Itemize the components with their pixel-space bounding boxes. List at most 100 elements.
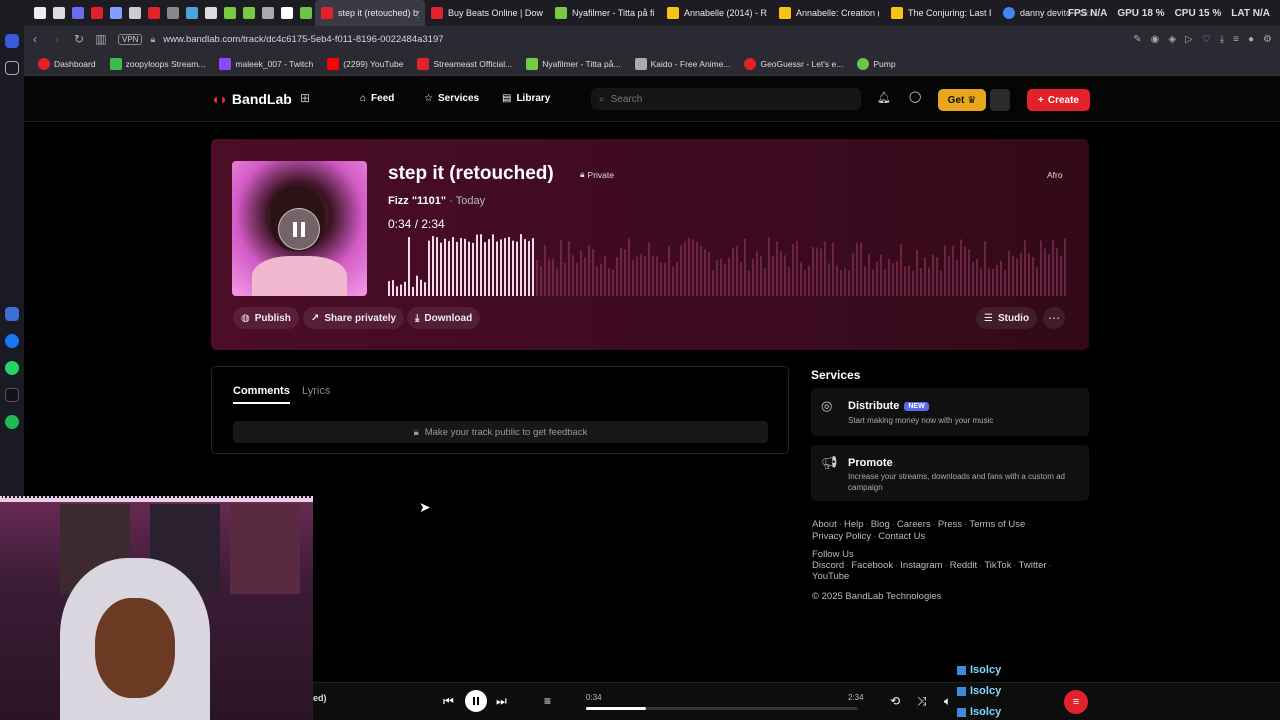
bookmark-twitch[interactable]: maleek_007 - Twitch xyxy=(219,57,313,70)
pinned-tab-14[interactable] xyxy=(277,0,296,26)
queue-icon[interactable]: ≡ xyxy=(544,694,551,708)
vpn-badge[interactable]: VPN xyxy=(118,33,143,45)
search-input[interactable]: ⌕ Search xyxy=(591,88,861,110)
bandlab-logo[interactable]: ◖◗ BandLab xyxy=(211,91,292,107)
tab-4[interactable]: Annabelle: Creation (2017 xyxy=(773,0,885,26)
play-icon[interactable]: ▷ xyxy=(1185,34,1193,45)
player-pause-button[interactable] xyxy=(465,690,487,712)
pinned-tab-12[interactable] xyxy=(239,0,258,26)
footer-link-discord[interactable]: Discord xyxy=(812,560,844,571)
nav-feed[interactable]: ⌂ Feed xyxy=(360,93,394,104)
download-icon[interactable]: ⤓ xyxy=(1220,34,1224,45)
bookmark-dashboard[interactable]: Dashboard xyxy=(38,57,96,70)
back-icon[interactable]: ‹ xyxy=(24,32,46,46)
footer-link-instagram[interactable]: Instagram xyxy=(900,560,942,571)
track-cover-image[interactable] xyxy=(232,161,367,296)
pinned-tab-5[interactable] xyxy=(106,0,125,26)
publish-button[interactable]: ◍ Publish xyxy=(233,307,299,329)
bookmark-geoguessr[interactable]: GeoGuessr - Let's e... xyxy=(744,57,843,70)
pinned-tab-6[interactable] xyxy=(125,0,144,26)
footer-link-contact-us[interactable]: Contact Us xyxy=(878,531,925,542)
waveform[interactable] xyxy=(388,234,1068,296)
player-progress-bar[interactable] xyxy=(586,707,858,710)
bookmark-streameast[interactable]: Streameast Official... xyxy=(417,57,512,70)
distribute-card[interactable]: ◎ Distribute NEW Start making money now w… xyxy=(811,388,1089,436)
forward-icon[interactable]: › xyxy=(46,32,68,46)
pinned-tab-9[interactable] xyxy=(182,0,201,26)
pinned-tab-7[interactable] xyxy=(144,0,163,26)
pinned-tab-2[interactable] xyxy=(49,0,68,26)
bookmark-pump[interactable]: Pump xyxy=(857,57,896,70)
studio-button[interactable]: ☰ Studio xyxy=(976,307,1038,329)
player-menu-button[interactable]: ≡ xyxy=(1064,690,1088,714)
tab-5[interactable]: The Conjuring: Last Rites xyxy=(885,0,997,26)
pinned-tab-11[interactable] xyxy=(220,0,239,26)
footer-link-youtube[interactable]: YouTube xyxy=(812,571,849,582)
reload-icon[interactable]: ↻ xyxy=(68,32,90,46)
tab-2[interactable]: Nyafilmer - Titta på filmer xyxy=(549,0,661,26)
tab-1[interactable]: Buy Beats Online | Downl xyxy=(425,0,549,26)
tab-lyrics[interactable]: Lyrics xyxy=(302,385,330,397)
get-membership-button[interactable]: Get ♛ xyxy=(938,89,986,111)
tab-comments[interactable]: Comments xyxy=(233,385,290,404)
settings-icon[interactable]: ⚙ xyxy=(1263,34,1272,45)
repeat-icon[interactable]: ⟲ xyxy=(890,694,900,708)
promote-card[interactable]: 📢︎ Promote Increase your streams, downlo… xyxy=(811,445,1089,501)
url-field[interactable]: www.bandlab.com/track/dc4c6175-5eb4-f011… xyxy=(163,34,443,45)
messenger-icon[interactable] xyxy=(5,334,19,348)
bookmark-nyafilmer[interactable]: Nyafilmer - Titta på... xyxy=(526,57,621,70)
profile-icon[interactable]: ● xyxy=(1248,34,1254,45)
tab-0[interactable]: step it (retouched) by xyxy=(315,0,425,26)
app-shortcut-icon[interactable] xyxy=(5,307,19,321)
footer-link-press[interactable]: Press xyxy=(938,519,962,530)
create-button[interactable]: + Create xyxy=(1027,89,1090,111)
pinned-tab-15[interactable] xyxy=(296,0,315,26)
tab-3[interactable]: Annabelle (2014) - Rating xyxy=(661,0,773,26)
bookmark-zoopyloops[interactable]: zoopyloops Stream... xyxy=(109,57,205,70)
footer-link-about[interactable]: About xyxy=(812,519,837,530)
bell-icon[interactable]: 🔔︎ xyxy=(877,91,891,104)
footer-link-blog[interactable]: Blog xyxy=(871,519,890,530)
nav-services[interactable]: ☆ Services xyxy=(424,93,479,104)
next-icon[interactable]: ⏭ xyxy=(496,694,507,709)
apps-grid-icon[interactable]: ⊞ xyxy=(300,91,310,105)
chat-icon[interactable]: ◯ xyxy=(909,90,921,103)
previous-icon[interactable]: ⏮ xyxy=(443,694,454,709)
bookmark-icon[interactable] xyxy=(5,61,19,75)
pinned-tab-8[interactable] xyxy=(163,0,182,26)
split-view-icon[interactable]: ▥ xyxy=(90,32,112,46)
shield-icon[interactable]: ◈ xyxy=(1168,34,1176,45)
footer-link-terms-of-use[interactable]: Terms of Use xyxy=(969,519,1025,530)
footer-link-careers[interactable]: Careers xyxy=(897,519,931,530)
volume-icon[interactable]: 🔈︎ xyxy=(944,694,951,709)
share-privately-button[interactable]: ↗ Share privately xyxy=(303,307,405,329)
footer-link-help[interactable]: Help xyxy=(844,519,864,530)
heart-icon[interactable]: ♡ xyxy=(1202,34,1211,45)
edit-icon[interactable]: ✎ xyxy=(1133,34,1141,45)
membership-toggle[interactable] xyxy=(990,89,1010,111)
pinned-tab-13[interactable] xyxy=(258,0,277,26)
genre-tag[interactable]: Afro xyxy=(1047,170,1063,180)
menu-icon[interactable]: ≡ xyxy=(1233,34,1239,45)
download-button[interactable]: ⤓ Download xyxy=(407,307,481,329)
pinned-tab-3[interactable] xyxy=(68,0,87,26)
x-icon[interactable] xyxy=(5,388,19,402)
more-options-icon[interactable]: ⋯ xyxy=(1043,307,1065,329)
footer-link-reddit[interactable]: Reddit xyxy=(950,560,977,571)
footer-link-twitter[interactable]: Twitter xyxy=(1019,560,1047,571)
artist-name[interactable]: Fizz "1101" xyxy=(388,195,446,207)
footer-link-privacy-policy[interactable]: Privacy Policy xyxy=(812,531,871,542)
footer-link-tiktok[interactable]: TikTok xyxy=(984,560,1011,571)
footer-link-facebook[interactable]: Facebook xyxy=(851,560,893,571)
pinned-tab-10[interactable] xyxy=(201,0,220,26)
home-icon[interactable] xyxy=(5,34,19,48)
whatsapp-icon[interactable] xyxy=(5,361,19,375)
pause-button[interactable] xyxy=(278,208,320,250)
pinned-tab-docs[interactable] xyxy=(30,0,49,26)
shuffle-icon[interactable]: ⤨ xyxy=(917,694,927,709)
bookmark-kaido[interactable]: Kaido - Free Anime... xyxy=(634,57,730,70)
nav-library[interactable]: ▤ Library xyxy=(502,93,550,104)
camera-icon[interactable]: ◉ xyxy=(1151,34,1160,45)
player-track-title[interactable]: ed) xyxy=(313,693,327,703)
pinned-tab-4[interactable] xyxy=(87,0,106,26)
